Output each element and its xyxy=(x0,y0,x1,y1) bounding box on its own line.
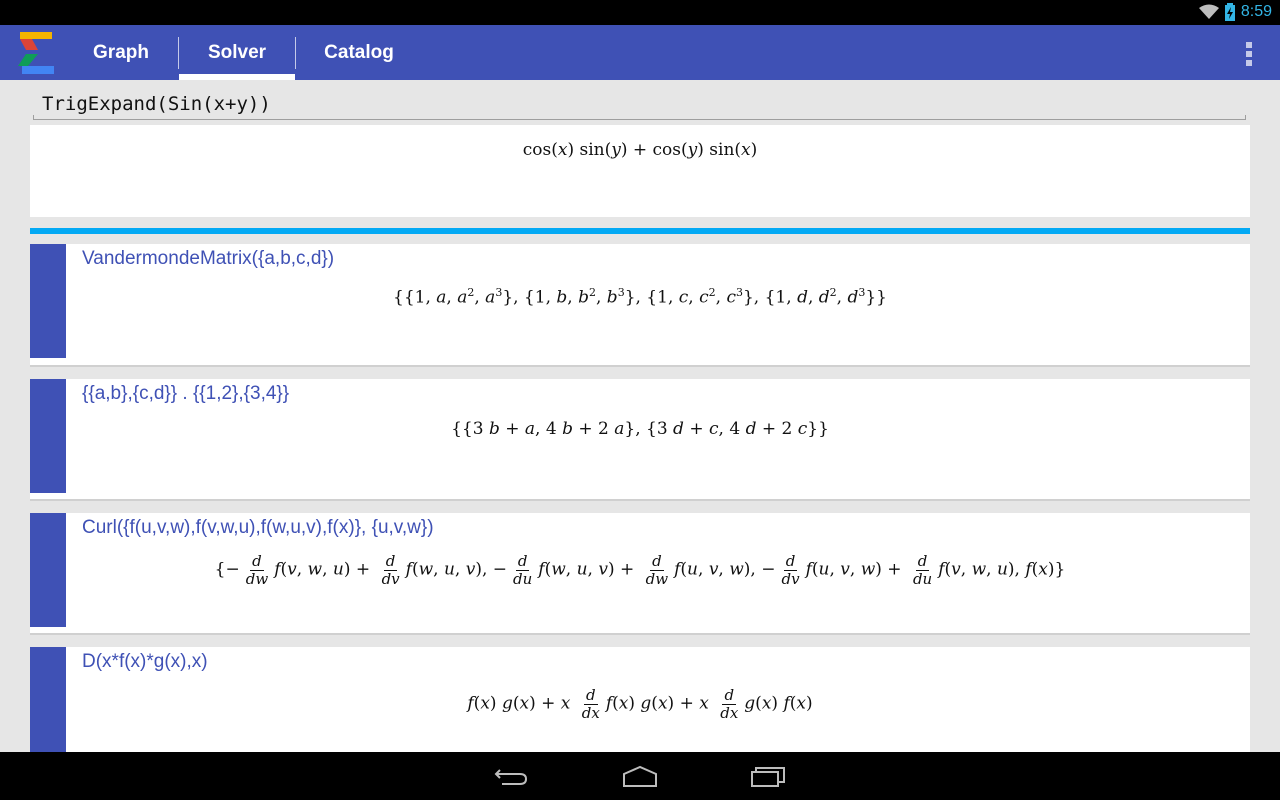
sigma-logo xyxy=(18,32,54,74)
history-result: {− d dw f(v, w, u) + d dv f(w, u, v), − d du f(w… xyxy=(214,552,1066,588)
status-bar: 8:59 xyxy=(0,0,1280,25)
tab-catalog[interactable]: Catalog xyxy=(296,25,422,80)
tab-graph[interactable]: Graph xyxy=(66,25,176,80)
history-query: Curl({f(u,v,w),f(v,w,u),f(w,u,v),f(x)}, … xyxy=(82,517,434,538)
recents-icon[interactable] xyxy=(746,762,790,790)
home-icon[interactable] xyxy=(618,762,662,790)
wifi-icon xyxy=(1198,4,1219,19)
result-panel: cos(x) sin(y) + cos(y) sin(x) xyxy=(30,125,1250,217)
tab-solver[interactable]: Solver xyxy=(179,25,295,80)
history-item[interactable]: {{a,b},{c,d}} . {{1,2},{3,4}} {{3 b + a,… xyxy=(30,379,1250,501)
history-item[interactable]: VandermondeMatrix({a,b,c,d}) {{1, a, a2,… xyxy=(30,244,1250,367)
history-query: D(x*f(x)*g(x),x) xyxy=(82,651,208,672)
divider xyxy=(30,228,1250,234)
back-icon[interactable] xyxy=(490,762,534,790)
app-bar: Graph Solver Catalog xyxy=(0,25,1280,80)
expression-input-wrapper xyxy=(33,88,1246,120)
history-result: {{1, a, a2, a3}, {1, b, b2, b3}, {1, c, … xyxy=(393,286,887,308)
battery-charging-icon xyxy=(1224,3,1235,21)
result-formula: cos(x) sin(y) + cos(y) sin(x) xyxy=(522,140,758,160)
navigation-bar xyxy=(0,752,1280,800)
history-query: VandermondeMatrix({a,b,c,d}) xyxy=(82,248,335,269)
history-result: f(x) g(x) + x d dx f(x) g(x) + x d dx g(x) f… xyxy=(467,686,813,722)
history-result: {{3 b + a, 4 b + 2 a}, {3 d + c, 4 d + 2… xyxy=(451,419,829,439)
history-query: {{a,b},{c,d}} . {{1,2},{3,4}} xyxy=(82,383,290,404)
history-item[interactable]: D(x*f(x)*g(x),x) f(x) g(x) + x d dx f(x) g… xyxy=(30,647,1250,767)
more-vert-icon[interactable] xyxy=(1246,42,1254,66)
clock: 8:59 xyxy=(1240,3,1272,20)
history-item[interactable]: Curl({f(u,v,w),f(v,w,u),f(w,u,v),f(x)}, … xyxy=(30,513,1250,635)
expression-input[interactable] xyxy=(33,88,1246,119)
